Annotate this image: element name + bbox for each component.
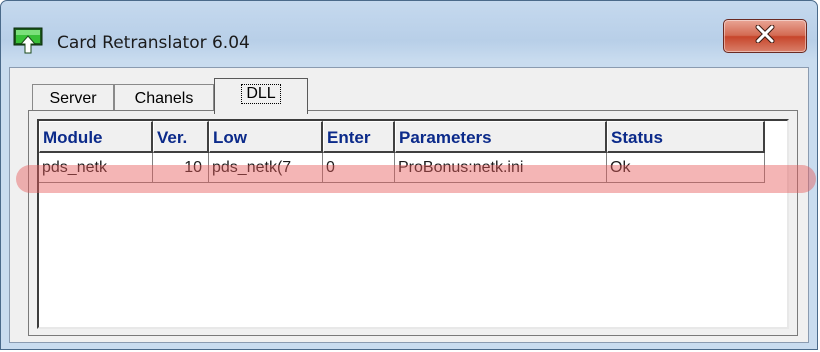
close-button[interactable] — [723, 19, 807, 53]
cell-parameters: ProBonus:netk.ini — [395, 153, 607, 183]
modules-table[interactable]: Module Ver. Low Enter Parameters Status … — [37, 119, 789, 329]
column-header-enter[interactable]: Enter — [323, 121, 395, 153]
column-header-parameters[interactable]: Parameters — [395, 121, 607, 153]
client-area: Server Chanels DLL Module Ver. Low Enter… — [9, 67, 809, 343]
column-header-module[interactable]: Module — [39, 121, 153, 153]
column-header-low[interactable]: Low — [209, 121, 323, 153]
cell-ver: 10 — [153, 153, 209, 183]
app-window: Card Retranslator 6.04 Server Chanels DL… — [0, 0, 818, 350]
tab-label: Server — [49, 90, 97, 107]
cell-module: pds_netk — [39, 153, 153, 183]
cell-status: Ok — [607, 153, 765, 183]
tab-server[interactable]: Server — [32, 84, 114, 112]
column-header-ver[interactable]: Ver. — [153, 121, 209, 153]
cell-enter: 0 — [323, 153, 395, 183]
title-bar[interactable]: Card Retranslator 6.04 — [1, 1, 817, 67]
dll-tab-panel: Module Ver. Low Enter Parameters Status … — [28, 110, 798, 336]
window-title: Card Retranslator 6.04 — [57, 33, 250, 53]
column-header-status[interactable]: Status — [607, 121, 765, 153]
tab-dll[interactable]: DLL — [214, 78, 308, 114]
close-icon — [755, 24, 775, 48]
tab-label: DLL — [241, 84, 281, 104]
table-row[interactable]: pds_netk 10 pds_netk(7 0 ProBonus:netk.i… — [39, 153, 787, 183]
tab-label: Chanels — [134, 90, 194, 107]
tab-chanels[interactable]: Chanels — [114, 84, 214, 112]
cell-low: pds_netk(7 — [209, 153, 323, 183]
network-card-icon — [13, 25, 43, 55]
table-header: Module Ver. Low Enter Parameters Status — [39, 121, 787, 153]
